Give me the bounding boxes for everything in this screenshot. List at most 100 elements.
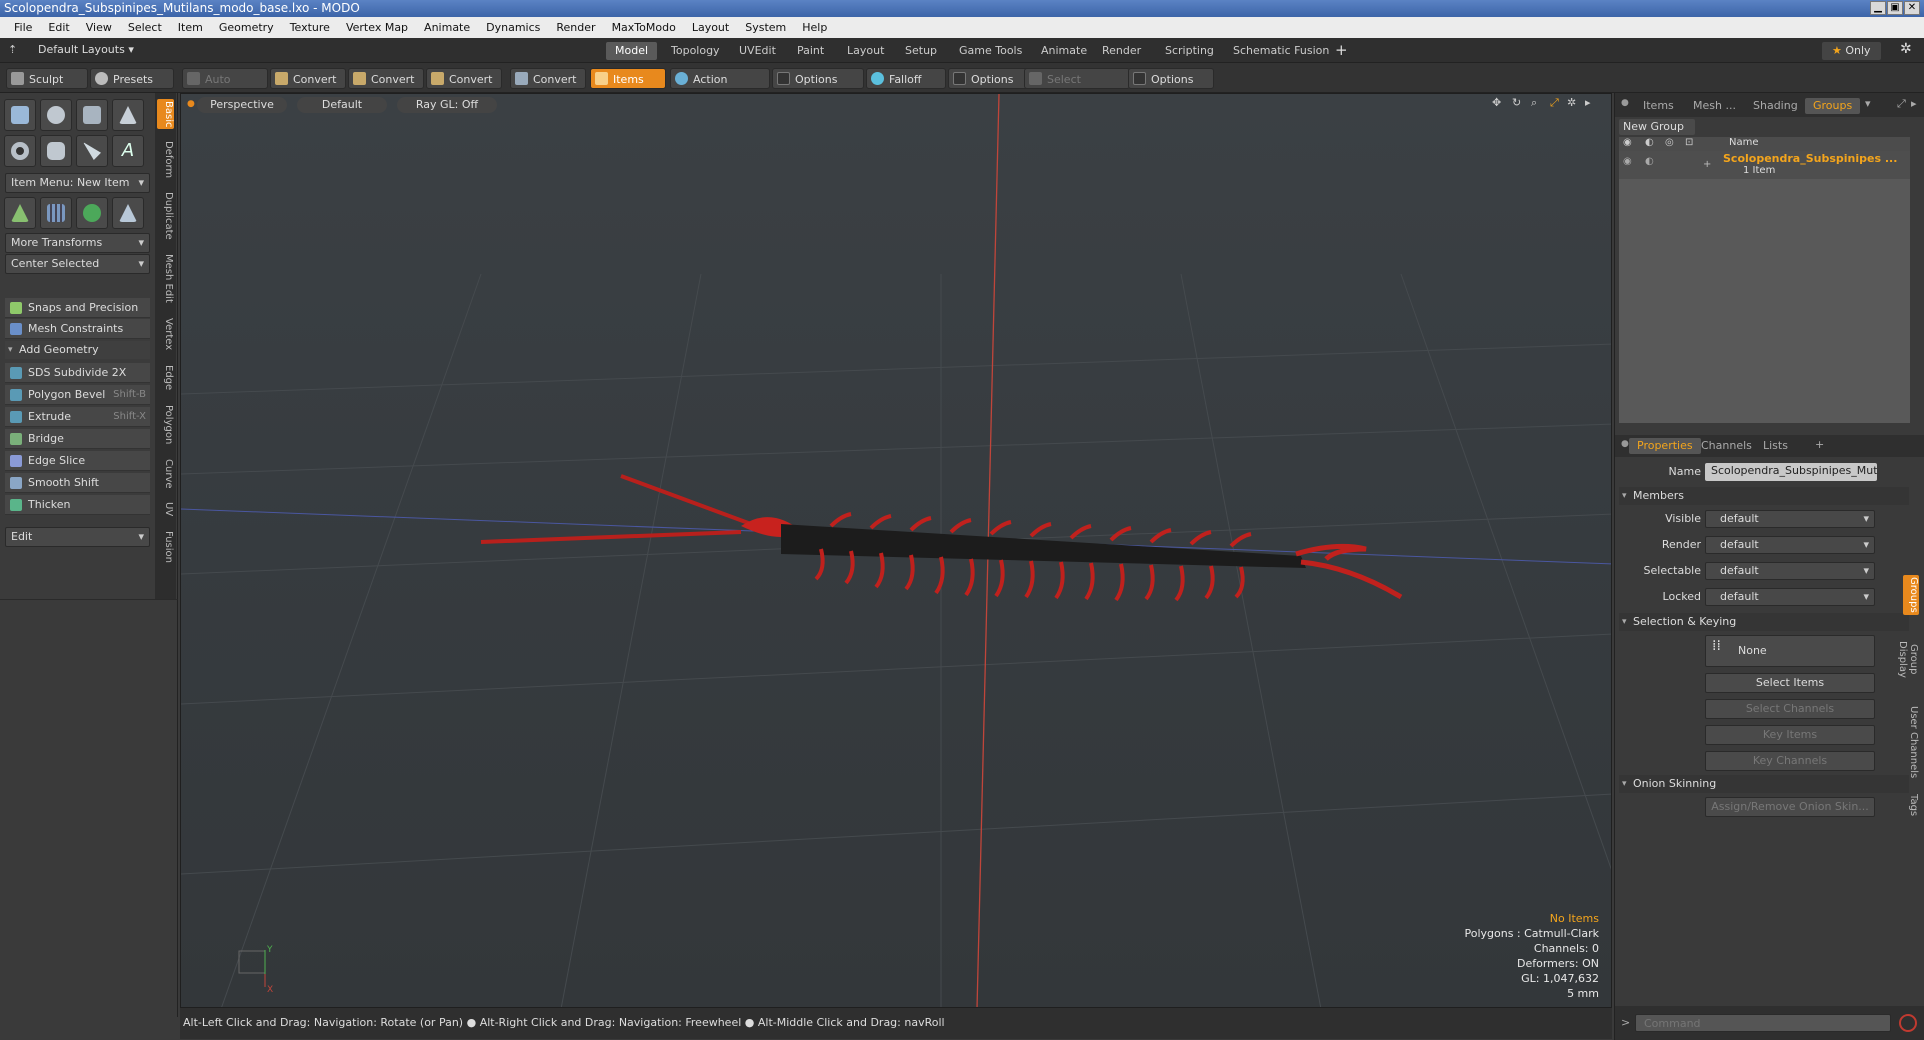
vtab-polygon[interactable]: Polygon (157, 403, 174, 447)
selectable-dropdown[interactable]: default (1705, 562, 1875, 580)
none-swatch-button[interactable]: ⁞⁞ None (1705, 635, 1875, 667)
maximize-button[interactable]: ▣ (1887, 1, 1903, 15)
select-through-button[interactable]: Select Through (1024, 68, 1130, 107)
gear-icon[interactable]: ✲ (1900, 41, 1912, 57)
tab-model[interactable]: Model (606, 42, 658, 60)
expand-icon[interactable]: + (1703, 159, 1711, 170)
tab-render[interactable]: Render (1093, 42, 1150, 60)
edit-dropdown[interactable]: Edit (5, 527, 150, 547)
edge-slice-button[interactable]: Edge Slice (5, 451, 150, 471)
polygon-bevel-button[interactable]: Polygon Bevel Shift-B (5, 385, 150, 405)
tab-items[interactable]: Items (1635, 98, 1682, 114)
tab-uvedit[interactable]: UVEdit (730, 42, 785, 60)
raygl-button[interactable]: Ray GL: Off (397, 97, 497, 113)
tab-topology[interactable]: Topology (662, 42, 729, 60)
snaps-precision-button[interactable]: Snaps and Precision (5, 298, 150, 318)
cylinder-button[interactable] (76, 99, 108, 131)
bridge-button[interactable]: Bridge (5, 429, 150, 449)
grid-button[interactable] (40, 197, 72, 229)
options-button-1[interactable]: Options (772, 68, 864, 89)
panel-menu-icon[interactable]: ● (1621, 98, 1629, 108)
members-section[interactable]: Members (1619, 487, 1909, 505)
options-button-2[interactable]: Options (948, 68, 1028, 89)
lock-column-icon[interactable]: ⊡ (1685, 137, 1693, 148)
options-button-3[interactable]: Options (1128, 68, 1214, 89)
rtab-user-channels[interactable]: User Channels (1903, 702, 1919, 782)
tab-channels[interactable]: Channels (1693, 438, 1760, 454)
zoom-icon[interactable]: ⌕ (1531, 96, 1537, 110)
convert-vertices-button[interactable]: Convert (270, 68, 346, 89)
text-tool-button[interactable]: A (112, 135, 144, 167)
menu-file[interactable]: File (6, 21, 40, 34)
key-channels-button[interactable]: Key Channels (1705, 751, 1875, 771)
menu-texture[interactable]: Texture (282, 21, 338, 34)
select-items-button[interactable]: Select Items (1705, 673, 1875, 693)
tab-dropdown-icon[interactable]: ▾ (1865, 97, 1871, 110)
eye-icon[interactable]: ◉ (1623, 156, 1632, 167)
menu-vertex-map[interactable]: Vertex Map (338, 21, 416, 34)
record-icon[interactable] (1899, 1014, 1917, 1032)
new-group-button[interactable]: New Group (1619, 119, 1695, 135)
tab-shading[interactable]: Shading (1745, 98, 1806, 114)
menu-system[interactable]: System (737, 21, 794, 34)
tab-layout[interactable]: Layout (838, 42, 893, 60)
vtab-fusion[interactable]: Fusion (157, 529, 174, 565)
tab-groups[interactable]: Groups (1805, 98, 1861, 114)
menu-dynamics[interactable]: Dynamics (478, 21, 548, 34)
presets-button[interactable]: Presets F6 (90, 68, 174, 107)
menu-animate[interactable]: Animate (416, 21, 478, 34)
sds-subdivide-button[interactable]: SDS Subdivide 2X (5, 363, 150, 383)
only-toggle[interactable]: ★ Only (1822, 42, 1881, 60)
items-mode-button[interactable]: Items (590, 68, 666, 89)
view-type-button[interactable]: Perspective (197, 97, 287, 113)
center-selected-dropdown[interactable]: Center Selected (5, 254, 150, 274)
viewport-expand-icon[interactable]: ▸ (1585, 96, 1591, 109)
tab-paint[interactable]: Paint (788, 42, 833, 60)
onion-skinning-section[interactable]: Onion Skinning (1619, 775, 1909, 793)
convert-polygons-button[interactable]: Convert (426, 68, 502, 89)
tab-properties[interactable]: Properties (1629, 438, 1701, 454)
command-input[interactable] (1635, 1014, 1891, 1032)
vtab-curve[interactable]: Curve (157, 457, 174, 491)
render-column-icon[interactable]: ◐ (1645, 137, 1654, 148)
menu-item[interactable]: Item (170, 21, 211, 34)
sphere-button[interactable] (40, 99, 72, 131)
vtab-deform[interactable]: Deform (157, 141, 174, 179)
vtab-basic[interactable]: Basic (157, 99, 174, 129)
convert-edges-button[interactable]: Convert (348, 68, 424, 89)
smooth-shift-button[interactable]: Smooth Shift (5, 473, 150, 493)
add-tab-icon[interactable]: + (1815, 438, 1824, 451)
tab-mesh[interactable]: Mesh ... (1685, 98, 1744, 114)
upload-icon[interactable]: ⇡ (8, 43, 17, 56)
vtab-uv[interactable]: UV (157, 499, 174, 519)
menu-maxtomodo[interactable]: MaxToModo (604, 21, 684, 34)
rtab-group-display[interactable]: Group Display (1897, 624, 1919, 694)
capsule-button[interactable] (40, 135, 72, 167)
action-center-button[interactable]: Action Center (670, 68, 770, 107)
transform-button[interactable] (4, 197, 36, 229)
menu-view[interactable]: View (78, 21, 120, 34)
menu-edit[interactable]: Edit (40, 21, 77, 34)
menu-help[interactable]: Help (794, 21, 835, 34)
render-toggle-icon[interactable]: ◐ (1645, 156, 1654, 167)
pan-icon[interactable]: ✥ (1492, 96, 1501, 109)
shading-mode-button[interactable]: Default (297, 97, 387, 113)
auto-select-button[interactable]: Auto Select (182, 68, 268, 107)
rotate-button[interactable] (76, 197, 108, 229)
select-column-icon[interactable]: ◎ (1665, 137, 1674, 148)
3d-viewport[interactable]: Y X ● Perspective Default Ray GL: Off ✥ … (180, 93, 1612, 1008)
menu-select[interactable]: Select (120, 21, 170, 34)
cube-button[interactable] (4, 99, 36, 131)
mesh-constraints-button[interactable]: Mesh Constraints (5, 319, 150, 339)
minimize-button[interactable]: ▁ (1870, 1, 1886, 15)
item-menu-dropdown[interactable]: Item Menu: New Item (5, 173, 150, 193)
tab-animate[interactable]: Animate (1032, 42, 1096, 60)
rtab-tags[interactable]: Tags (1903, 790, 1919, 820)
cone-button[interactable] (112, 99, 144, 131)
tab-setup[interactable]: Setup (896, 42, 946, 60)
panel-menu-icon[interactable]: ● (1621, 439, 1629, 449)
add-tab-icon[interactable]: + (1335, 41, 1348, 59)
selection-keying-section[interactable]: Selection & Keying (1619, 613, 1909, 631)
group-row[interactable]: ◉ ◐ + Scolopendra_Subspinipes ... 1 Item (1619, 151, 1910, 179)
extrude-button[interactable]: Extrude Shift-X (5, 407, 150, 427)
